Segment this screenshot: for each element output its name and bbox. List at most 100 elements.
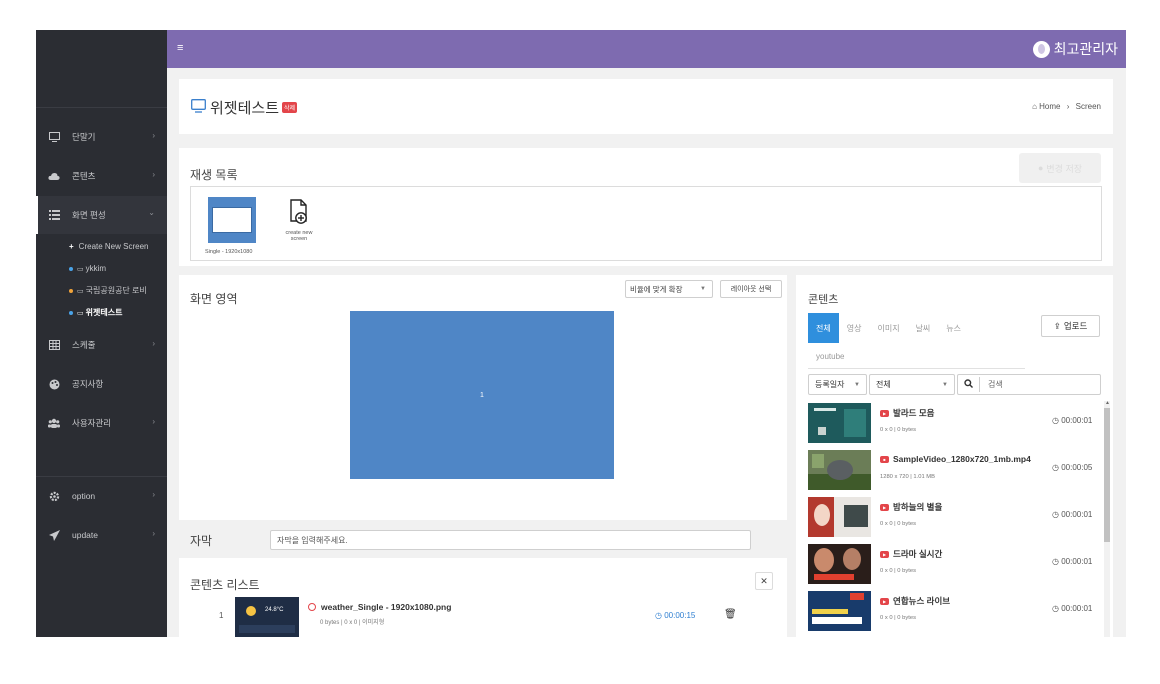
- clock-icon: ◷: [1052, 604, 1059, 613]
- search-input[interactable]: 검색: [957, 374, 1101, 395]
- save-icon: ●: [1037, 163, 1044, 173]
- sidebar-item-label: 화면 편성: [72, 210, 106, 220]
- sort-select[interactable]: 등록일자 ▼: [808, 374, 867, 395]
- content-meta: 0 x 0 | 0 bytes: [880, 521, 916, 527]
- content-meta: 0 bytes | 0 x 0 | 이미지형: [320, 620, 385, 626]
- content-duration-text: 00:00:01: [1061, 416, 1093, 425]
- content-meta: 0 x 0 | 0 bytes: [880, 615, 916, 621]
- app-window: 단말기 › 콘텐츠 › 화면 편성 ⌄ + Create New Screen …: [36, 30, 1126, 637]
- list-item[interactable]: ▶ 드라마 실시간 0 x 0 | 0 bytes ◷ 00:00:01: [808, 542, 1104, 586]
- sidebar-item-terminals[interactable]: 단말기 ›: [36, 127, 167, 147]
- sidebar-subitem-label: 국립공원공단 로비: [85, 286, 147, 295]
- tab-all[interactable]: 전체: [808, 313, 839, 343]
- sidebar-item-schedule[interactable]: 스케줄 ›: [36, 335, 167, 355]
- sidebar-item-label: option: [72, 491, 96, 501]
- sidebar-subitem-widget-test[interactable]: ▭ 위젯테스트: [36, 305, 167, 320]
- bullet-icon: [69, 266, 73, 271]
- contents-title: 콘텐츠: [808, 294, 839, 306]
- breadcrumb: ⌂ Home › Screen: [1032, 102, 1101, 111]
- sidebar-item-users[interactable]: 사용자관리 ›: [36, 413, 167, 433]
- page-title-text: 위젯테스트: [210, 100, 280, 117]
- tab-weather[interactable]: 날씨: [908, 313, 939, 343]
- monitor-icon: [191, 98, 206, 117]
- top-bar: ≡ 최고관리자: [167, 30, 1126, 68]
- sidebar-subitem-label: ykkim: [85, 264, 107, 273]
- content-meta: 0 x 0 | 0 bytes: [880, 427, 916, 433]
- caption-input[interactable]: 자막을 입력해주세요.: [270, 530, 751, 550]
- tab-youtube[interactable]: youtube: [808, 347, 852, 365]
- save-changes-button[interactable]: ● 변경 저장: [1019, 153, 1101, 183]
- search-placeholder: 검색: [988, 380, 1003, 389]
- list-item[interactable]: ▶ 발라드 모음 0 x 0 | 0 bytes ◷ 00:00:01: [808, 401, 1104, 445]
- zone-number: 1: [480, 391, 484, 399]
- row-index: 1: [219, 611, 224, 620]
- youtube-icon: ▶: [880, 503, 889, 511]
- caption-title: 자막: [190, 534, 213, 548]
- youtube-icon: ▶: [880, 409, 889, 417]
- scrollbar-thumb[interactable]: [1104, 408, 1110, 542]
- page-header: 위젯테스트 삭제 ⌂ Home › Screen: [179, 79, 1113, 134]
- bullet-icon: [69, 310, 73, 315]
- breadcrumb-separator: ›: [1066, 102, 1070, 111]
- content-thumbnail: [808, 403, 871, 443]
- upload-button[interactable]: ⇪ 업로드: [1041, 315, 1100, 337]
- breadcrumb-current: Screen: [1075, 102, 1101, 111]
- chevron-right-icon: ›: [152, 131, 155, 140]
- content-tabs: 전체 영상 이미지 날씨 뉴스: [808, 313, 969, 343]
- content-duration: ◷ 00:00:05: [1052, 463, 1092, 472]
- table-row[interactable]: 1 24.8°C weather_Single - 1920x1080.png …: [179, 597, 787, 637]
- layout-select-button[interactable]: 레이아웃 선택: [720, 280, 782, 298]
- gear-icon: [48, 490, 60, 502]
- content-thumbnail: [808, 544, 871, 584]
- tab-image[interactable]: 이미지: [869, 313, 907, 343]
- content-duration-text: 00:00:05: [1061, 463, 1093, 472]
- collapse-button[interactable]: ✕: [755, 572, 773, 590]
- list-item[interactable]: ▶ 밤하늘의 별을 0 x 0 | 0 bytes ◷ 00:00:01: [808, 495, 1104, 539]
- sidebar-subitem-ykkim[interactable]: ▭ ykkim: [36, 261, 167, 276]
- hamburger-menu-icon[interactable]: ≡: [177, 42, 183, 54]
- content-duration[interactable]: ◷ 00:00:15: [655, 611, 695, 620]
- home-icon: ⌂: [1032, 102, 1037, 111]
- fit-mode-value: 비율에 맞게 확장: [630, 284, 683, 294]
- weather-temperature: 24.8°C: [265, 607, 284, 613]
- delete-button[interactable]: 삭제: [282, 102, 298, 113]
- sidebar-item-option[interactable]: option ›: [36, 486, 167, 506]
- tab-news[interactable]: 뉴스: [938, 313, 969, 343]
- screen-zone-1[interactable]: 1: [350, 311, 614, 479]
- tab-video[interactable]: 영상: [839, 313, 870, 343]
- screen-thumbnail[interactable]: [208, 197, 256, 243]
- monitor-icon: ▭: [77, 309, 84, 317]
- list-item[interactable]: ■ SampleVideo_1280x720_1mb.mp4 1280 x 720…: [808, 448, 1104, 492]
- search-icon: [964, 379, 973, 390]
- sidebar-item-contents[interactable]: 콘텐츠 ›: [36, 166, 167, 186]
- type-filter-select[interactable]: 전체 ▼: [869, 374, 955, 395]
- sidebar-item-notices[interactable]: 공지사항: [36, 374, 167, 394]
- youtube-icon: ▶: [880, 597, 889, 605]
- user-menu[interactable]: 최고관리자: [1032, 39, 1118, 59]
- create-new-screen-button[interactable]: create new screen: [284, 199, 314, 242]
- breadcrumb-home[interactable]: Home: [1039, 102, 1060, 111]
- fit-mode-select[interactable]: 비율에 맞게 확장 ▼: [625, 280, 713, 298]
- tabs-divider: [808, 368, 1025, 369]
- content-name-text: 밤하늘의 별을: [893, 502, 943, 512]
- clock-icon: ◷: [1052, 557, 1059, 566]
- sidebar-subitem-park-lobby[interactable]: ▭ 국립공원공단 로비: [36, 283, 167, 298]
- sidebar-item-label: update: [72, 530, 98, 540]
- sidebar-subitem-create-new-screen[interactable]: + Create New Screen: [36, 239, 167, 254]
- sidebar-subitem-label: Create New Screen: [78, 242, 149, 251]
- caret-down-icon: ▼: [700, 286, 706, 292]
- sidebar-item-label: 공지사항: [72, 379, 104, 389]
- trash-icon[interactable]: 🗑: [724, 609, 737, 620]
- scroll-up-icon[interactable]: ▲: [1105, 400, 1110, 406]
- create-new-screen-label-2: screen: [290, 236, 308, 242]
- avatar: [1032, 40, 1050, 58]
- sidebar-item-screen-layout[interactable]: 화면 편성 ⌄: [36, 196, 167, 234]
- monitor-icon: [48, 131, 60, 143]
- sidebar-item-update[interactable]: update ›: [36, 525, 167, 545]
- screen-window-icon: [212, 207, 252, 233]
- plus-icon: +: [69, 242, 74, 251]
- list-item[interactable]: ▶ 연합뉴스 라이브 0 x 0 | 0 bytes ◷ 00:00:01: [808, 589, 1104, 633]
- content-list-panel: 콘텐츠 리스트 ✕ 1 24.8°C weather_Single - 1920…: [179, 558, 787, 637]
- caption-panel: 자막 자막을 입력해주세요.: [179, 520, 787, 558]
- image-type-icon: [308, 603, 316, 611]
